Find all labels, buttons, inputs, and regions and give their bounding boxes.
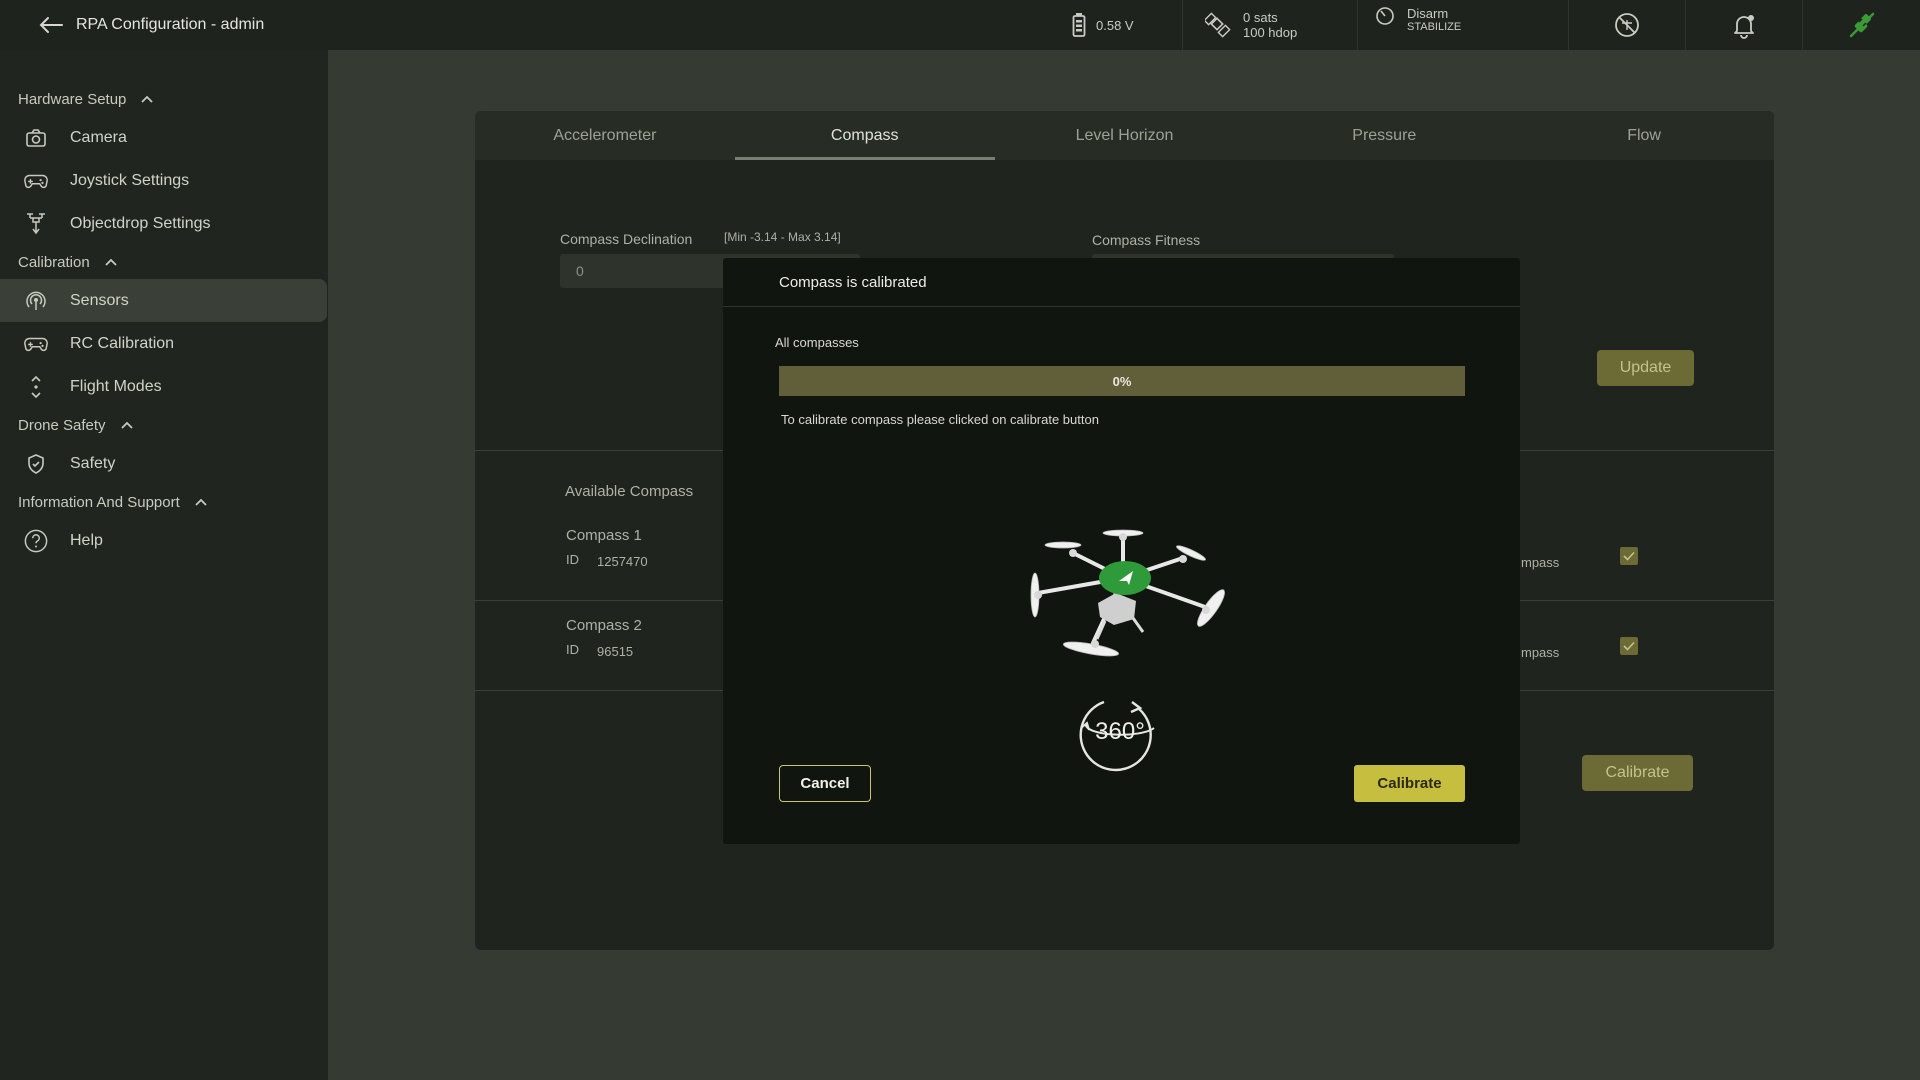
page-title: RPA Configuration - admin bbox=[76, 16, 265, 33]
calibrate-button[interactable]: Calibrate bbox=[1354, 765, 1465, 802]
arm-status[interactable]: Disarm STABILIZE bbox=[1358, 0, 1569, 50]
section-title: Information And Support bbox=[18, 493, 180, 511]
compass-1-id: 1257470 bbox=[597, 554, 648, 569]
sidebar: Hardware Setup Camera Joystick Settings … bbox=[0, 50, 328, 1080]
sensor-tabs: Accelerometer Compass Level Horizon Pres… bbox=[475, 111, 1774, 160]
sensor-icon bbox=[26, 291, 46, 310]
sidebar-item-camera[interactable]: Camera bbox=[0, 116, 328, 159]
sidebar-item-joystick-settings[interactable]: Joystick Settings bbox=[0, 159, 328, 202]
sidebar-item-label: RC Calibration bbox=[70, 334, 175, 352]
compass-group-label: All compasses bbox=[775, 335, 859, 350]
sidebar-item-help[interactable]: Help bbox=[0, 519, 328, 562]
tab-flow[interactable]: Flow bbox=[1514, 111, 1774, 160]
calibration-dialog: Compass is calibrated All compasses 0% T… bbox=[723, 258, 1520, 844]
battery-status[interactable]: 0.58 V bbox=[1055, 0, 1183, 50]
declination-range: [Min -3.14 - Max 3.14] bbox=[724, 230, 841, 244]
compass-2-id: 96515 bbox=[597, 644, 634, 659]
compass-2-id-label: ID bbox=[566, 642, 579, 657]
satellite-icon bbox=[1205, 12, 1231, 38]
section-drone-safety[interactable]: Drone Safety bbox=[0, 408, 328, 442]
no-drone-button[interactable] bbox=[1569, 0, 1686, 50]
drone-off-icon bbox=[1615, 13, 1639, 37]
section-calibration[interactable]: Calibration bbox=[0, 245, 328, 279]
sidebar-item-label: Sensors bbox=[70, 291, 129, 309]
section-title: Hardware Setup bbox=[18, 90, 127, 108]
background-calibrate-button[interactable]: Calibrate bbox=[1582, 755, 1693, 791]
tab-pressure[interactable]: Pressure bbox=[1254, 111, 1514, 160]
chevron-up-icon bbox=[195, 498, 207, 506]
compass-1-id-label: ID bbox=[566, 552, 579, 567]
sidebar-item-label: Objectdrop Settings bbox=[70, 214, 211, 232]
compass-2-name: Compass 2 bbox=[566, 617, 642, 634]
sidebar-item-label: Help bbox=[70, 531, 103, 549]
sidebar-item-label: Camera bbox=[70, 128, 127, 146]
section-title: Calibration bbox=[18, 253, 90, 271]
bell-icon bbox=[1734, 15, 1754, 39]
section-title: Drone Safety bbox=[18, 416, 106, 434]
compass-1-checkbox[interactable] bbox=[1620, 547, 1638, 565]
compass-1-name: Compass 1 bbox=[566, 527, 642, 544]
battery-voltage: 0.58 V bbox=[1096, 17, 1134, 33]
check-icon bbox=[1623, 641, 1635, 651]
sidebar-item-sensors[interactable]: Sensors bbox=[0, 279, 327, 322]
sidebar-item-flight-modes[interactable]: Flight Modes bbox=[0, 365, 328, 408]
gps-sats: 0 sats bbox=[1243, 10, 1278, 25]
tab-accelerometer[interactable]: Accelerometer bbox=[475, 111, 735, 160]
available-compass-label: Available Compass bbox=[565, 483, 694, 500]
cancel-button[interactable]: Cancel bbox=[779, 765, 871, 802]
rotate-360-label: 360° bbox=[1095, 718, 1145, 745]
plug-connected-icon bbox=[1849, 12, 1874, 38]
declination-label: Compass Declination bbox=[560, 231, 693, 247]
tab-compass[interactable]: Compass bbox=[734, 111, 995, 160]
rotate-360-icon: 360° bbox=[1079, 700, 1155, 772]
compass-1-use-label: mpass bbox=[1521, 555, 1560, 570]
notifications-button[interactable] bbox=[1686, 0, 1803, 50]
section-information-and-support[interactable]: Information And Support bbox=[0, 485, 328, 519]
shield-icon bbox=[28, 453, 44, 474]
compass-2-checkbox[interactable] bbox=[1620, 637, 1638, 655]
chevron-up-icon bbox=[105, 258, 117, 266]
section-hardware-setup[interactable]: Hardware Setup bbox=[0, 82, 328, 116]
gamepad-icon bbox=[24, 174, 48, 188]
sidebar-item-label: Joystick Settings bbox=[70, 171, 190, 189]
progress-text: 0% bbox=[1112, 373, 1132, 389]
flight-modes-icon bbox=[31, 375, 41, 398]
gps-hdop: 100 hdop bbox=[1243, 25, 1298, 40]
sidebar-item-rc-calibration[interactable]: RC Calibration bbox=[0, 322, 328, 365]
dialog-title: Compass is calibrated bbox=[723, 258, 1520, 307]
chevron-up-icon bbox=[120, 421, 133, 429]
help-icon bbox=[24, 529, 48, 552]
camera-icon bbox=[26, 128, 46, 147]
gps-status[interactable]: 0 sats 100 hdop bbox=[1183, 0, 1358, 50]
check-icon bbox=[1623, 551, 1635, 561]
top-bar: RPA Configuration - admin 0.58 V 0 sats … bbox=[0, 0, 1920, 50]
gauge-icon bbox=[1376, 7, 1394, 25]
arm-state: Disarm bbox=[1407, 6, 1449, 21]
calibration-progress-bar: 0% bbox=[779, 366, 1465, 396]
drone-drop-icon bbox=[27, 212, 45, 234]
fitness-label: Compass Fitness bbox=[1092, 232, 1201, 248]
compass-2-use-label: mpass bbox=[1521, 645, 1560, 660]
battery-icon bbox=[1072, 13, 1086, 37]
sidebar-item-label: Safety bbox=[70, 454, 116, 472]
arrow-left-icon bbox=[39, 17, 63, 33]
update-button[interactable]: Update bbox=[1597, 350, 1694, 386]
calibration-help-text: To calibrate compass please clicked on c… bbox=[781, 412, 1099, 427]
back-button[interactable] bbox=[26, 0, 76, 50]
sidebar-item-label: Flight Modes bbox=[70, 377, 162, 395]
chevron-up-icon bbox=[141, 95, 154, 103]
tab-level-horizon[interactable]: Level Horizon bbox=[995, 111, 1255, 160]
drone-illustration bbox=[1030, 529, 1225, 657]
gamepad-icon bbox=[24, 337, 48, 351]
connection-button[interactable] bbox=[1803, 0, 1920, 50]
sidebar-item-objectdrop-settings[interactable]: Objectdrop Settings bbox=[0, 202, 328, 245]
sidebar-item-safety[interactable]: Safety bbox=[0, 442, 328, 485]
flight-mode: STABILIZE bbox=[1407, 21, 1462, 33]
